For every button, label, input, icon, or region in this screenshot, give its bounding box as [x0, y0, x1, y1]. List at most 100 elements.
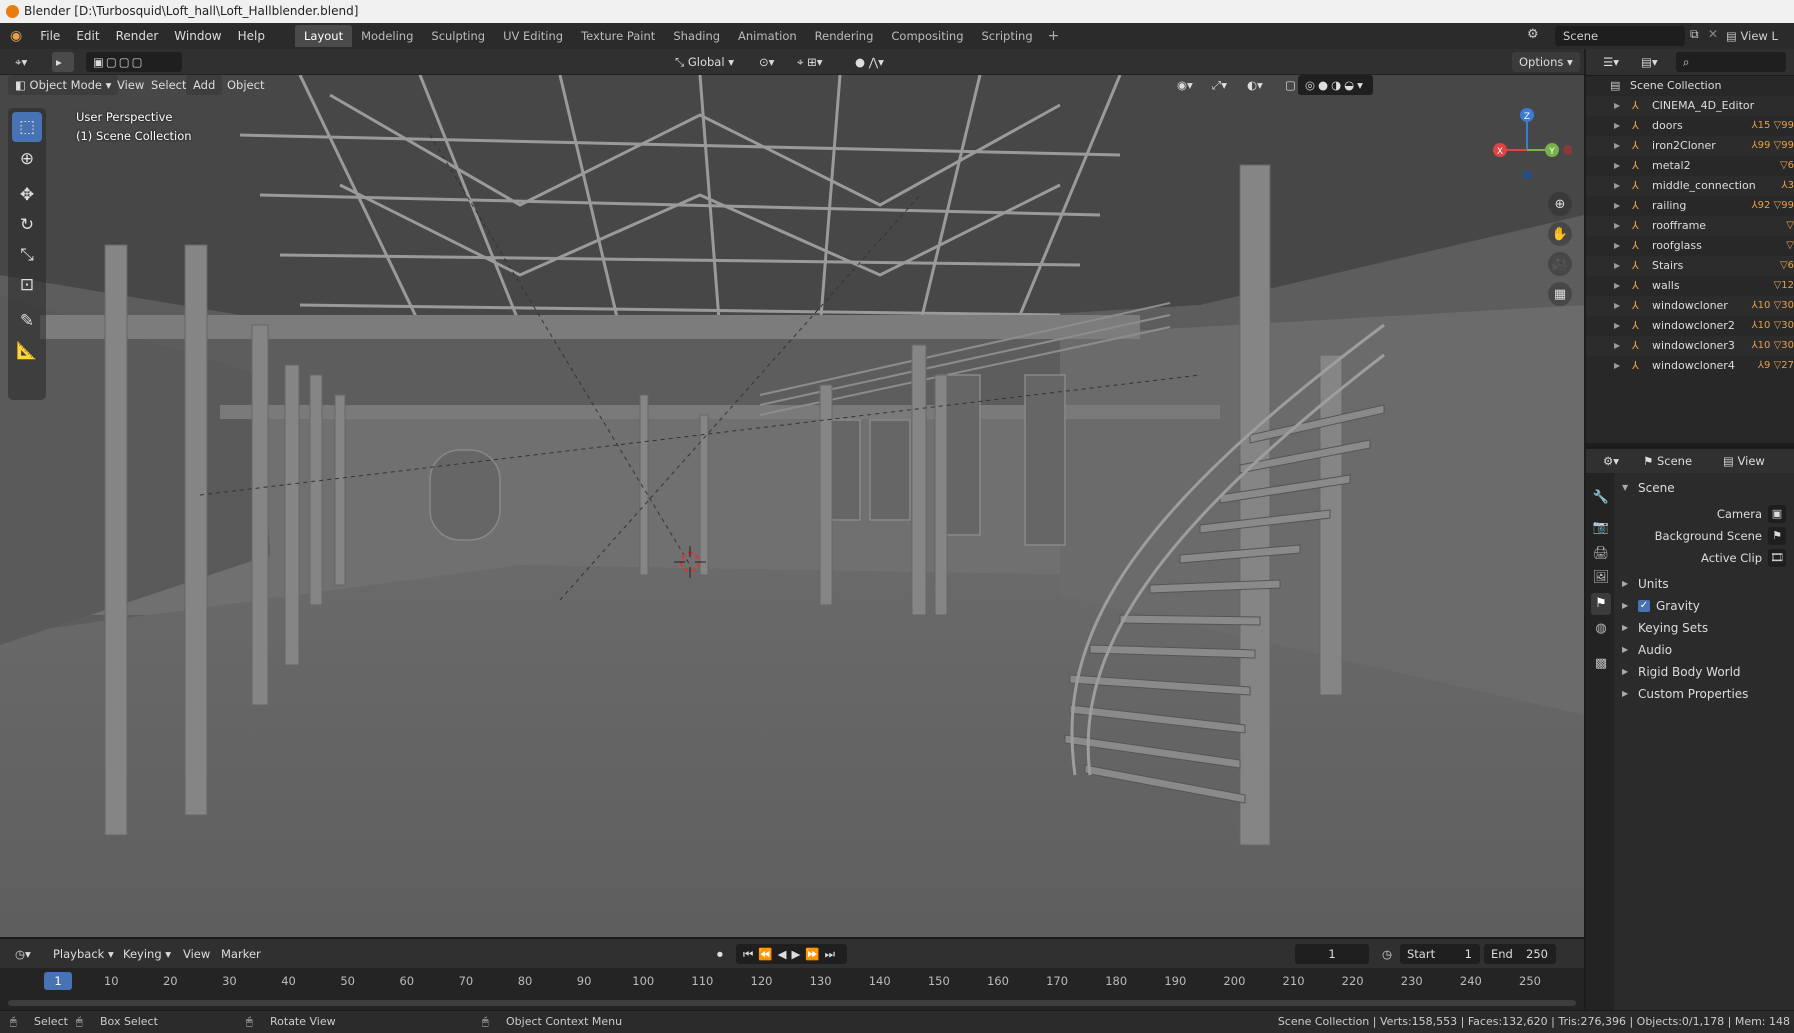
custom-properties-panel[interactable]: ▶ Custom Properties — [1614, 683, 1794, 705]
menu-help[interactable]: Help — [230, 29, 273, 43]
snap-icon[interactable]: ⌖ ⊞▾ — [790, 52, 830, 72]
outliner-item[interactable]: ▶ ⅄ windowcloner2 ⅄10 ▽30 — [1586, 316, 1794, 336]
editor-type-icon[interactable]: ⌖▾ — [8, 52, 34, 72]
pan-hand-icon[interactable]: ✋ — [1548, 222, 1572, 246]
menu-render[interactable]: Render — [108, 29, 167, 43]
transform-orientation[interactable]: ⤡ Global ▾ — [668, 52, 741, 72]
selection-mode-icons[interactable]: ▣▢▢▢ — [86, 52, 182, 72]
properties-editor-icon[interactable]: ⚙▾ — [1596, 451, 1626, 471]
zoom-icon[interactable]: ⊕ — [1548, 192, 1572, 216]
tab-uv-editing[interactable]: UV Editing — [494, 25, 572, 47]
expand-arrow-icon[interactable]: ▶ — [1614, 236, 1620, 256]
cursor-tool-icon[interactable]: ⊕ — [12, 144, 42, 174]
view-layer-props-icon[interactable]: 🖼 — [1591, 567, 1611, 589]
outliner-search-input[interactable]: ⌕ — [1676, 52, 1786, 72]
scene-panel-header[interactable]: ▼ Scene — [1614, 477, 1794, 499]
tab-animation[interactable]: Animation — [729, 25, 806, 47]
outliner-item[interactable]: ▶ ⅄ metal2 ▽6 — [1586, 156, 1794, 176]
tab-layout[interactable]: Layout — [294, 25, 353, 47]
options-dropdown[interactable]: Options ▾ — [1512, 52, 1580, 72]
playback-controls[interactable]: ⏮⏪◀▶⏩⏭ — [736, 944, 848, 964]
outliner-item[interactable]: ▶ ⅄ doors ⅄15 ▽99 — [1586, 116, 1794, 136]
select-tool-icon[interactable]: ▸ — [52, 52, 74, 72]
outliner-item[interactable]: ▶ ⅄ roofglass ▽ — [1586, 236, 1794, 256]
new-scene-icon[interactable]: ⧉ — [1690, 27, 1699, 42]
start-frame-field[interactable]: Start 1 — [1400, 944, 1480, 964]
visibility-icon[interactable]: ◉▾ — [1170, 75, 1200, 95]
expand-arrow-icon[interactable]: ▶ — [1614, 296, 1620, 316]
transform-tool-icon[interactable]: ⊡ — [12, 270, 42, 300]
texture-props-icon[interactable]: ▩ — [1591, 653, 1611, 675]
outliner-item[interactable]: ▶ ⅄ windowcloner ⅄10 ▽30 — [1586, 296, 1794, 316]
proportional-edit-icon[interactable]: ● ⋀▾ — [848, 52, 891, 72]
tab-compositing[interactable]: Compositing — [882, 25, 972, 47]
outliner-item[interactable]: ▶ ⅄ roofframe ▽ — [1586, 216, 1794, 236]
object-mode-dropdown[interactable]: ◧ Object Mode ▾ — [8, 75, 119, 95]
outliner-root[interactable]: ▤ Scene Collection — [1586, 76, 1794, 96]
menu-object[interactable]: Object — [220, 75, 271, 95]
gravity-checkbox[interactable]: ✓ — [1638, 600, 1650, 612]
tab-modeling[interactable]: Modeling — [352, 25, 422, 47]
ortho-grid-icon[interactable]: ▦ — [1548, 282, 1572, 306]
navigation-gizmo[interactable]: Z X Y — [1482, 105, 1572, 195]
camera-field[interactable]: Camera ▣ — [1614, 503, 1794, 525]
record-icon[interactable]: ⏺ — [710, 944, 730, 964]
outliner-item[interactable]: ▶ ⅄ walls ▽12 — [1586, 276, 1794, 296]
pivot-point-icon[interactable]: ⊙▾ — [752, 52, 781, 72]
clip-picker-icon[interactable]: 🎞 — [1768, 549, 1786, 567]
menu-file[interactable]: File — [32, 29, 68, 43]
outliner-item[interactable]: ▶ ⅄ iron2Cloner ⅄99 ▽99 — [1586, 136, 1794, 156]
timeline-editor-icon[interactable]: ◷▾ — [8, 944, 38, 964]
expand-arrow-icon[interactable]: ▶ — [1614, 196, 1620, 216]
timeline-ruler[interactable]: 1 10 20 30 40 50 60 70 80 90 100 110 120 130 140 150 160… — [0, 968, 1584, 1010]
annotate-tool-icon[interactable]: ✎ — [12, 306, 42, 336]
menu-window[interactable]: Window — [166, 29, 229, 43]
audio-panel[interactable]: ▶ Audio — [1614, 639, 1794, 661]
3d-viewport[interactable]: ◧ Object Mode ▾ View Select Add Object ◉… — [0, 75, 1584, 937]
expand-arrow-icon[interactable]: ▶ — [1614, 176, 1620, 196]
props-scene-tab[interactable]: ⚑ Scene — [1636, 451, 1699, 471]
active-clip-field[interactable]: Active Clip 🎞 — [1614, 547, 1794, 569]
outliner-item[interactable]: ▶ ⅄ windowcloner4 ⅄9 ▽27 — [1586, 356, 1794, 376]
tab-texture-paint[interactable]: Texture Paint — [572, 25, 664, 47]
camera-view-icon[interactable]: 🎥 — [1548, 252, 1572, 276]
expand-arrow-icon[interactable]: ▶ — [1614, 276, 1620, 296]
scale-tool-icon[interactable]: ⤡ — [12, 240, 42, 270]
select-box-tool-icon[interactable]: ⬚ — [12, 112, 42, 142]
keying-sets-panel[interactable]: ▶ Keying Sets — [1614, 617, 1794, 639]
scene-selector[interactable]: Scene — [1555, 26, 1685, 46]
expand-arrow-icon[interactable]: ▶ — [1614, 116, 1620, 136]
view-layer-selector[interactable]: ▤ View L — [1726, 26, 1794, 46]
expand-arrow-icon[interactable]: ▶ — [1614, 256, 1620, 276]
render-props-icon[interactable]: 📷 — [1591, 517, 1611, 539]
blender-menu-icon[interactable]: ◉ — [0, 28, 32, 44]
outliner-item[interactable]: ▶ ⅄ railing ⅄92 ▽99 — [1586, 196, 1794, 216]
scene-props-icon[interactable]: ⚑ — [1591, 593, 1611, 615]
menu-add[interactable]: Add — [186, 75, 223, 95]
menu-marker[interactable]: Marker — [214, 944, 268, 964]
output-props-icon[interactable]: 🖨 — [1591, 543, 1611, 565]
outliner-item[interactable]: ▶ ⅄ CINEMA_4D_Editor — [1586, 96, 1794, 116]
tab-rendering[interactable]: Rendering — [806, 25, 883, 47]
units-panel[interactable]: ▶ Units — [1614, 573, 1794, 595]
menu-playback[interactable]: Playback ▾ — [46, 944, 121, 964]
scene-picker-icon[interactable]: ⚑ — [1768, 527, 1786, 545]
menu-edit[interactable]: Edit — [68, 29, 107, 43]
outliner-item[interactable]: ▶ ⅄ Stairs ▽6 — [1586, 256, 1794, 276]
menu-keying[interactable]: Keying ▾ — [116, 944, 178, 964]
gravity-panel[interactable]: ▶ ✓ Gravity — [1614, 595, 1794, 617]
tab-sculpting[interactable]: Sculpting — [422, 25, 494, 47]
tool-props-icon[interactable]: 🔧 — [1591, 487, 1611, 509]
tab-shading[interactable]: Shading — [664, 25, 729, 47]
world-props-icon[interactable]: ◍ — [1591, 618, 1611, 640]
rotate-tool-icon[interactable]: ↻ — [12, 210, 42, 240]
menu-timeline-view[interactable]: View — [176, 944, 217, 964]
outliner-editor-icon[interactable]: ☰▾ — [1596, 52, 1626, 72]
measure-tool-icon[interactable]: 📐 — [12, 336, 42, 366]
background-scene-field[interactable]: Background Scene ⚑ — [1614, 525, 1794, 547]
expand-arrow-icon[interactable]: ▶ — [1614, 356, 1620, 376]
display-mode-icon[interactable]: ▤▾ — [1634, 52, 1665, 72]
timeline-scrollbar[interactable] — [8, 1000, 1576, 1006]
rigid-body-world-panel[interactable]: ▶ Rigid Body World — [1614, 661, 1794, 683]
expand-arrow-icon[interactable]: ▶ — [1614, 156, 1620, 176]
